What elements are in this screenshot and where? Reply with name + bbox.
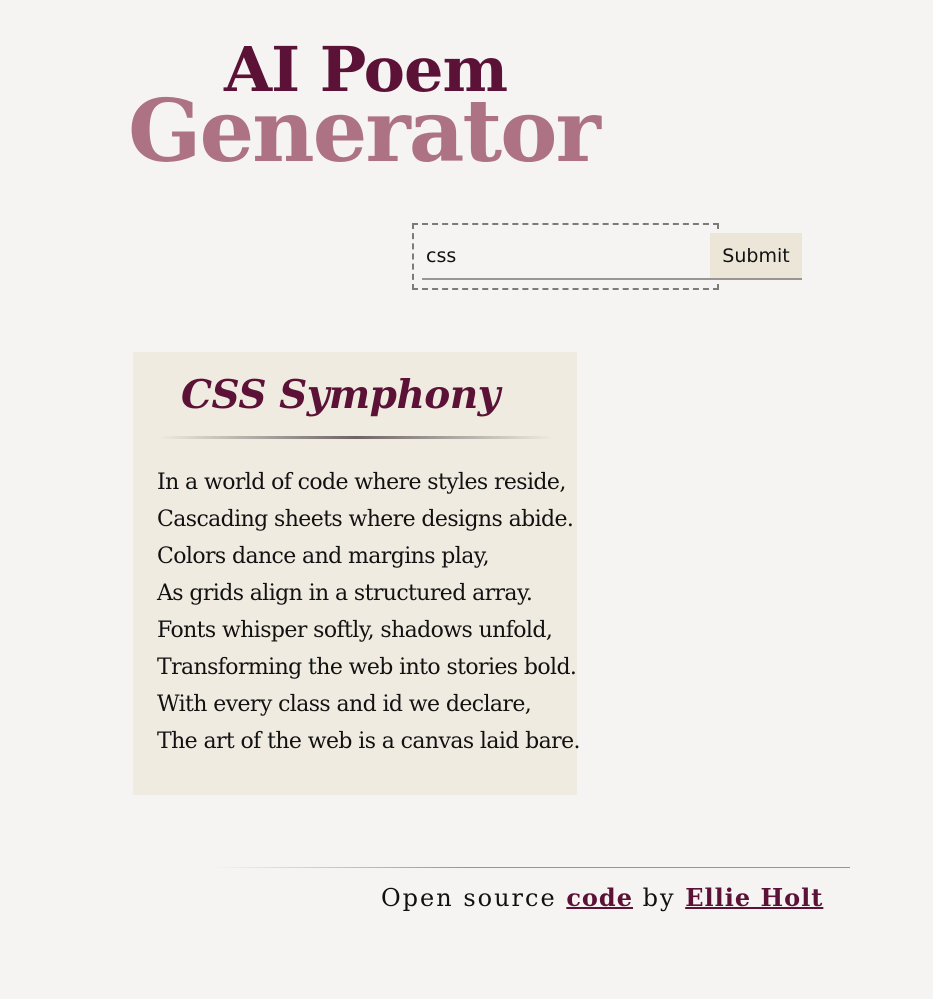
footer-divider [212,867,850,868]
poem-lines: In a world of code where styles reside, … [157,464,581,760]
poem-divider [159,436,553,439]
submit-button[interactable]: Submit [710,233,802,280]
topic-input[interactable] [422,233,710,280]
poem-line: Fonts whisper softly, shadows unfold, [157,618,553,643]
poem-line: With every class and id we declare, [157,692,532,717]
footer: Open source code by Ellie Holt [381,880,823,916]
footer-prefix: Open source [381,884,557,912]
poem-line: Cascading sheets where designs abide. [157,507,574,532]
code-link[interactable]: code [566,883,633,912]
footer-by: by [642,884,676,912]
poem-line: Colors dance and margins play, [157,544,490,569]
poem-line: Transforming the web into stories bold. [157,655,577,680]
title-line-2: Generator [128,81,601,182]
poem-line: The art of the web is a canvas laid bare… [157,729,581,754]
author-link[interactable]: Ellie Holt [685,883,823,912]
poem-title: CSS Symphony [181,372,500,418]
poem-line: As grids align in a structured array. [157,581,533,606]
poem-line: In a world of code where styles reside, [157,470,566,495]
poem-card: CSS Symphony In a world of code where st… [133,352,581,795]
